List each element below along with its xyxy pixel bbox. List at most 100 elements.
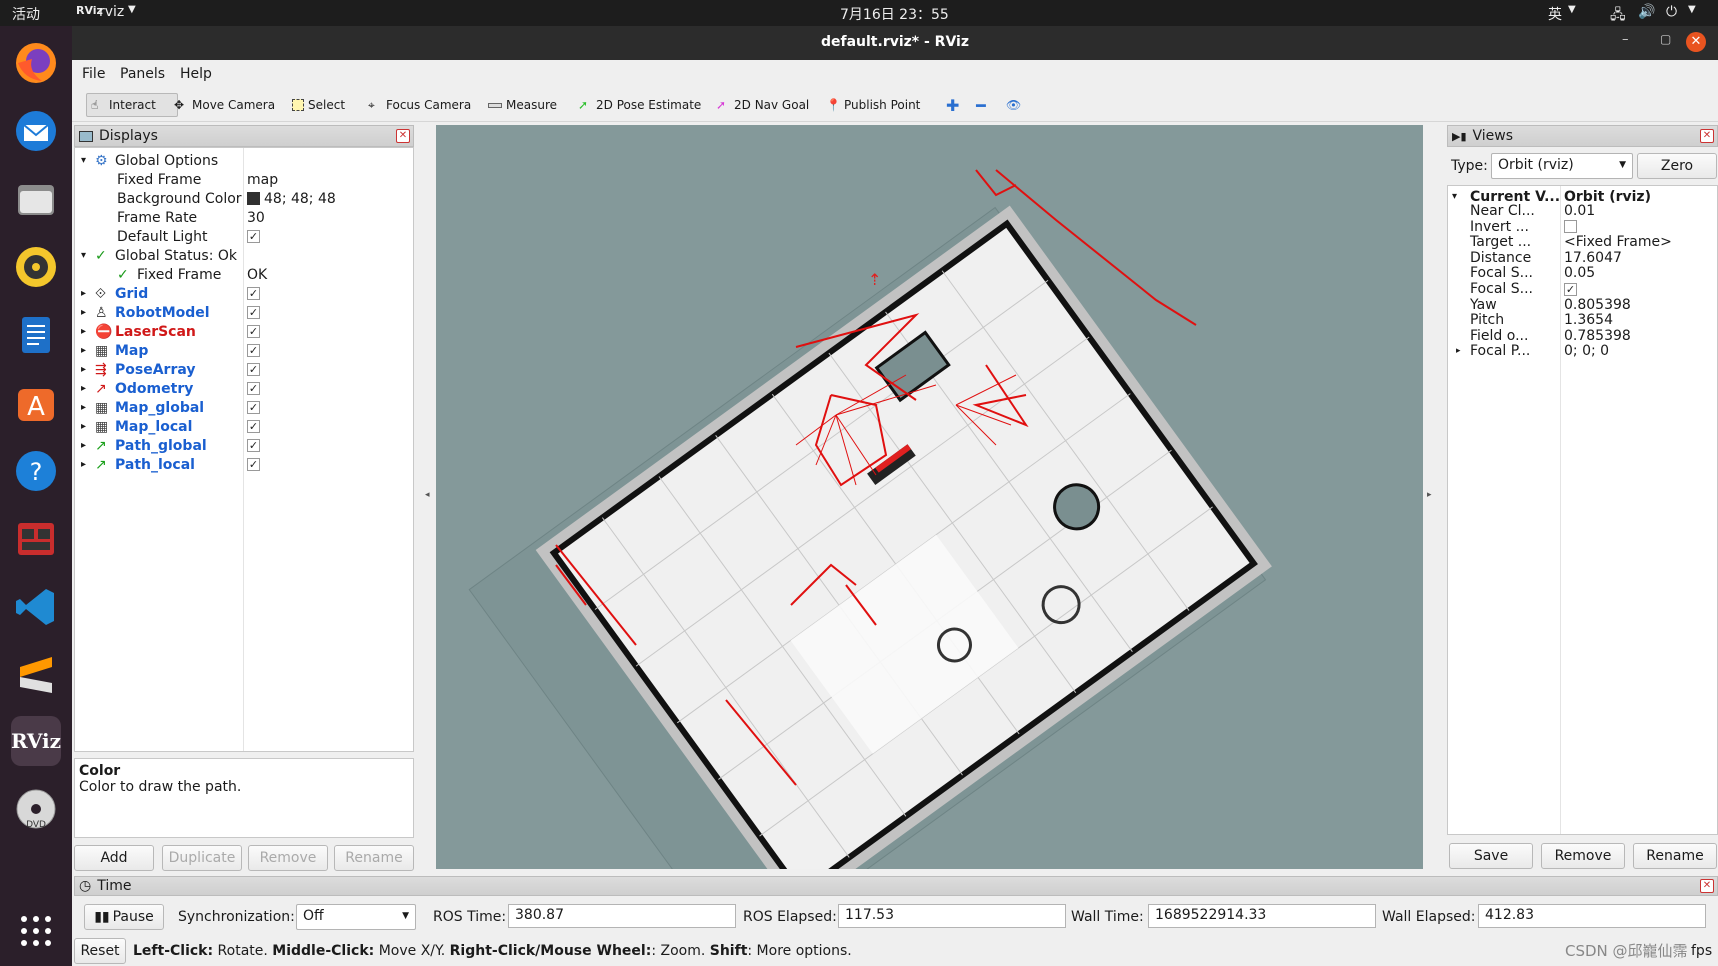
display-enable-checkbox[interactable]: ✓	[247, 458, 260, 471]
view-prop-value[interactable]: 0.01	[1564, 203, 1595, 219]
rhythmbox-icon[interactable]	[11, 242, 61, 292]
view-prop-value[interactable]: 0.785398	[1564, 328, 1631, 344]
terminal-app-icon[interactable]	[11, 514, 61, 564]
display-item-grid[interactable]: ▸ ⟐ Grid	[81, 284, 148, 303]
reset-button[interactable]: Reset	[74, 938, 126, 964]
view-prop-value[interactable]: ✓	[1564, 281, 1577, 297]
default-light-row[interactable]: Default Light	[117, 227, 208, 246]
rename-view-button[interactable]: Rename	[1633, 843, 1717, 869]
fixed-frame-row[interactable]: Fixed Frame	[117, 170, 201, 189]
background-color-value[interactable]: 48; 48; 48	[247, 189, 336, 208]
display-enable-checkbox[interactable]: ✓	[247, 306, 260, 319]
pause-button[interactable]: ▮▮ Pause	[84, 904, 164, 930]
view-type-select[interactable]: Orbit (rviz) ▼	[1491, 153, 1633, 179]
view-prop-key[interactable]: Yaw	[1470, 297, 1497, 313]
files-icon[interactable]	[11, 174, 61, 224]
view-prop-key[interactable]: Target ...	[1470, 234, 1531, 250]
menu-file[interactable]: File	[82, 66, 105, 82]
view-prop-key[interactable]: Invert ...	[1470, 219, 1529, 235]
firefox-icon[interactable]	[11, 38, 61, 88]
pose-estimate-tool[interactable]: ➚ 2D Pose Estimate	[574, 93, 705, 117]
tool-properties-button[interactable]: 👁	[1002, 93, 1025, 117]
network-icon[interactable]: 🖧	[1610, 4, 1626, 28]
map-view[interactable]: ⇡	[436, 125, 1423, 869]
writer-icon[interactable]	[11, 310, 61, 360]
publish-point-tool[interactable]: 📍 Publish Point	[822, 93, 924, 117]
display-enable-checkbox[interactable]: ✓	[247, 287, 260, 300]
display-item-robotmodel[interactable]: ▸ ♙ RobotModel	[81, 303, 210, 322]
maximize-icon[interactable]: ▢	[1660, 32, 1671, 46]
activities-button[interactable]: 活动	[12, 4, 40, 24]
view-prop-key[interactable]: ▸ Focal P...	[1456, 343, 1530, 359]
display-item-path-global[interactable]: ▸ ↗ Path_global	[81, 436, 207, 455]
background-color-row[interactable]: Background Color	[117, 189, 242, 208]
ros-time-field[interactable]: 380.87	[508, 904, 736, 928]
vscode-icon[interactable]	[11, 582, 61, 632]
thunderbird-icon[interactable]	[11, 106, 61, 156]
display-item-path-local[interactable]: ▸ ↗ Path_local	[81, 455, 195, 474]
interact-tool[interactable]: ☝ Interact	[86, 93, 178, 117]
view-prop-key[interactable]: Focal S...	[1470, 281, 1533, 297]
display-item-laserscan[interactable]: ▸ ⛔ LaserScan	[81, 322, 196, 341]
time-close-icon[interactable]: ✕	[1700, 879, 1714, 893]
collapse-left-icon[interactable]: ◂	[425, 490, 430, 500]
display-item-map[interactable]: ▸ ▦ Map	[81, 341, 148, 360]
input-method[interactable]: 英	[1548, 4, 1562, 24]
display-enable-checkbox[interactable]: ✓	[247, 344, 260, 357]
display-enable-checkbox[interactable]: ✓	[247, 439, 260, 452]
view-prop-key[interactable]: Distance	[1470, 250, 1531, 266]
focus-camera-tool[interactable]: ⌖ Focus Camera	[364, 93, 475, 117]
default-light-checkbox[interactable]: ✓	[247, 230, 260, 243]
collapse-right-icon[interactable]: ▸	[1427, 490, 1432, 500]
duplicate-display-button[interactable]: Duplicate	[162, 845, 242, 871]
volume-icon[interactable]: 🔊	[1638, 4, 1655, 20]
invert-checkbox[interactable]	[1564, 220, 1577, 234]
close-icon[interactable]: ✕	[1686, 32, 1706, 52]
select-tool[interactable]: Select	[288, 93, 349, 117]
view-prop-value[interactable]: 1.3654	[1564, 312, 1613, 328]
display-enable-checkbox[interactable]: ✓	[247, 401, 260, 414]
help-icon[interactable]: ?	[11, 446, 61, 496]
view-prop-value[interactable]: <Fixed Frame>	[1564, 234, 1672, 250]
display-enable-checkbox[interactable]: ✓	[247, 382, 260, 395]
app-menu[interactable]: rviz	[99, 4, 124, 20]
global-options-row[interactable]: ▾ ⚙ Global Options	[81, 151, 218, 170]
ros-elapsed-field[interactable]: 117.53	[838, 904, 1066, 928]
frame-rate-row[interactable]: Frame Rate	[117, 208, 197, 227]
fixed-frame-value[interactable]: map	[247, 170, 278, 189]
view-prop-value[interactable]: 0.805398	[1564, 297, 1631, 313]
nav-goal-tool[interactable]: ➚ 2D Nav Goal	[712, 93, 813, 117]
remove-tool-button[interactable]: ━	[972, 93, 990, 117]
power-icon[interactable]: ⏻	[1666, 4, 1677, 20]
view-prop-value[interactable]: 0; 0; 0	[1564, 343, 1609, 359]
minimize-icon[interactable]: –	[1622, 32, 1629, 47]
menu-help[interactable]: Help	[180, 66, 212, 82]
zero-button[interactable]: Zero	[1637, 153, 1717, 179]
system-menu-arrow-icon[interactable]: ▼	[1688, 4, 1696, 15]
view-prop-value[interactable]	[1564, 219, 1577, 235]
wall-elapsed-field[interactable]: 412.83	[1478, 904, 1706, 928]
display-enable-checkbox[interactable]: ✓	[247, 420, 260, 433]
display-item-map-local[interactable]: ▸ ▦ Map_local	[81, 417, 192, 436]
display-enable-checkbox[interactable]: ✓	[247, 363, 260, 376]
save-view-button[interactable]: Save	[1449, 843, 1533, 869]
sync-select[interactable]: Off ▼	[296, 904, 416, 930]
focal-shape-checkbox[interactable]: ✓	[1564, 282, 1577, 296]
rviz-dock-icon[interactable]: RViz	[11, 716, 61, 766]
remove-display-button[interactable]: Remove	[248, 845, 328, 871]
global-status-row[interactable]: ▾ ✓ Global Status: Ok	[81, 246, 237, 265]
status-fixed-frame-row[interactable]: ✓ Fixed Frame	[117, 265, 221, 284]
view-prop-key[interactable]: Near Cl...	[1470, 203, 1535, 219]
show-apps-icon[interactable]	[11, 906, 61, 956]
add-display-button[interactable]: Add	[74, 845, 154, 871]
frame-rate-value[interactable]: 30	[247, 208, 265, 227]
rename-display-button[interactable]: Rename	[334, 845, 414, 871]
display-item-posearray[interactable]: ▸ ⇶ PoseArray	[81, 360, 196, 379]
displays-close-icon[interactable]: ✕	[396, 129, 410, 143]
wall-time-field[interactable]: 1689522914.33	[1148, 904, 1376, 928]
dvd-icon[interactable]: DVD	[11, 784, 61, 834]
view-prop-key[interactable]: Focal S...	[1470, 265, 1533, 281]
clock[interactable]: 7月16日 23：55	[840, 4, 949, 24]
add-tool-button[interactable]: ✚	[942, 93, 963, 117]
sublime-icon[interactable]	[11, 650, 61, 700]
